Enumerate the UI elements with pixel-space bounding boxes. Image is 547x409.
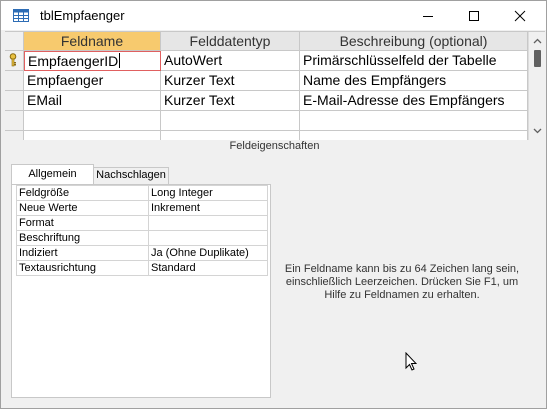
close-icon bbox=[514, 10, 526, 22]
property-value[interactable] bbox=[148, 215, 268, 231]
data-type-cell[interactable] bbox=[161, 131, 300, 140]
field-name-cell[interactable]: EMail bbox=[24, 91, 161, 111]
minimize-button[interactable] bbox=[405, 1, 451, 30]
mouse-cursor-icon bbox=[405, 352, 417, 371]
maximize-button[interactable] bbox=[451, 1, 497, 30]
description-cell[interactable]: E-Mail-Adresse des Empfängers bbox=[300, 91, 528, 111]
property-name[interactable]: Format bbox=[16, 215, 149, 231]
window-title: tblEmpfaenger bbox=[40, 8, 125, 23]
property-value[interactable]: Standard bbox=[148, 260, 268, 276]
property-name[interactable]: Beschriftung bbox=[16, 230, 149, 246]
field-design-grid: Feldname Felddatentyp Beschreibung (opti… bbox=[5, 31, 545, 140]
description-cell[interactable] bbox=[300, 111, 528, 131]
property-row: Neue Werte Inkrement bbox=[16, 200, 268, 216]
properties-table: Feldgröße Long Integer Neue Werte Inkrem… bbox=[16, 185, 268, 276]
tab-general[interactable]: Allgemein bbox=[11, 164, 94, 185]
property-row: Indiziert Ja (Ohne Duplikate) bbox=[16, 245, 268, 261]
data-type-cell[interactable]: AutoWert bbox=[161, 51, 300, 71]
scrollbar-thumb[interactable] bbox=[534, 50, 541, 67]
table-design-window: tblEmpfaenger Feldname Felddatentyp Besc… bbox=[0, 0, 547, 409]
data-type-cell[interactable] bbox=[161, 111, 300, 131]
column-header-description[interactable]: Beschreibung (optional) bbox=[300, 32, 528, 51]
property-row: Feldgröße Long Integer bbox=[16, 185, 268, 201]
column-header-fieldname[interactable]: Feldname bbox=[24, 32, 161, 51]
scroll-down-icon bbox=[533, 128, 542, 134]
help-text: Ein Feldname kann bis zu 64 Zeichen lang… bbox=[284, 263, 520, 301]
field-properties-panel: Feldgröße Long Integer Neue Werte Inkrem… bbox=[11, 184, 271, 398]
field-name-cell[interactable]: EmpfaengerID bbox=[24, 51, 161, 71]
property-name[interactable]: Feldgröße bbox=[16, 185, 149, 201]
property-value[interactable]: Long Integer bbox=[148, 185, 268, 201]
property-value[interactable] bbox=[148, 230, 268, 246]
property-value[interactable]: Inkrement bbox=[148, 200, 268, 216]
row-selector-1[interactable] bbox=[5, 51, 24, 71]
primary-key-icon bbox=[9, 53, 17, 67]
header-corner bbox=[5, 32, 24, 51]
field-properties-label: Feldeigenschaften bbox=[229, 140, 320, 152]
description-cell[interactable]: Name des Empfängers bbox=[300, 71, 528, 91]
field-name-cell[interactable] bbox=[24, 131, 161, 140]
property-row: Textausrichtung Standard bbox=[16, 260, 268, 276]
field-name-cell[interactable] bbox=[24, 111, 161, 131]
property-name[interactable]: Indiziert bbox=[16, 245, 149, 261]
property-value[interactable]: Ja (Ohne Duplikate) bbox=[148, 245, 268, 261]
description-cell[interactable]: Primärschlüsselfeld der Tabelle bbox=[300, 51, 528, 71]
close-button[interactable] bbox=[497, 1, 543, 30]
property-row: Format bbox=[16, 215, 268, 231]
maximize-icon bbox=[469, 11, 479, 21]
row-selector-2[interactable] bbox=[5, 71, 24, 91]
row-selector-4[interactable] bbox=[5, 111, 24, 131]
minimize-icon bbox=[423, 16, 433, 17]
tab-lookup[interactable]: Nachschlagen bbox=[94, 167, 169, 185]
table-icon bbox=[13, 9, 29, 22]
property-row: Beschriftung bbox=[16, 230, 268, 246]
property-name[interactable]: Neue Werte bbox=[16, 200, 149, 216]
data-type-cell[interactable]: Kurzer Text bbox=[161, 91, 300, 111]
column-header-datatype[interactable]: Felddatentyp bbox=[161, 32, 300, 51]
data-type-cell[interactable]: Kurzer Text bbox=[161, 71, 300, 91]
scroll-up-icon bbox=[533, 38, 542, 44]
field-name-text: EmpfaengerID bbox=[28, 53, 119, 69]
vertical-scrollbar[interactable] bbox=[528, 32, 545, 140]
row-selector-5[interactable] bbox=[5, 131, 24, 140]
text-caret bbox=[119, 53, 121, 68]
description-cell[interactable] bbox=[300, 131, 528, 140]
field-name-cell[interactable]: Empfaenger bbox=[24, 71, 161, 91]
row-selector-3[interactable] bbox=[5, 91, 24, 111]
title-bar[interactable]: tblEmpfaenger bbox=[1, 1, 546, 30]
property-name[interactable]: Textausrichtung bbox=[16, 260, 149, 276]
